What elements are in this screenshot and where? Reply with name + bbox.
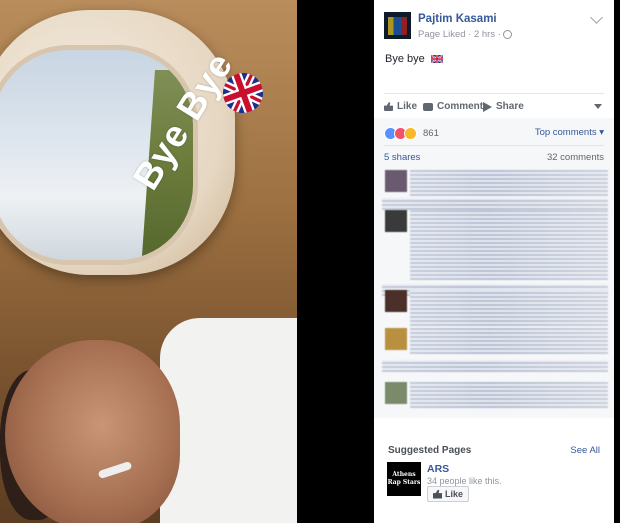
post-options-chevron-icon[interactable] bbox=[590, 11, 603, 24]
comments-count[interactable]: 32 comments bbox=[547, 152, 604, 163]
post-text-content: Bye bye bbox=[385, 53, 425, 65]
share-arrow-icon bbox=[483, 101, 492, 112]
reactions-summary[interactable]: 861 bbox=[384, 127, 439, 140]
ars-page-logo[interactable]: Athens Rap Stars bbox=[387, 462, 421, 496]
comment-obscured bbox=[410, 328, 608, 354]
ars-page-likes: 34 people like this. bbox=[427, 476, 502, 486]
reaction-count: 861 bbox=[423, 128, 439, 139]
comment-obscured bbox=[410, 290, 608, 326]
share-label: Share bbox=[496, 101, 524, 112]
like-label: Like bbox=[397, 101, 418, 112]
post-photo[interactable]: Bye Bye bbox=[0, 0, 297, 523]
commenter-avatar[interactable] bbox=[385, 382, 407, 404]
commenter-avatar[interactable] bbox=[385, 328, 407, 350]
author-name[interactable]: Pajtim Kasami bbox=[418, 13, 497, 25]
suggested-pages-title: Suggested Pages bbox=[388, 445, 472, 456]
comment-obscured bbox=[382, 360, 608, 372]
commenter-avatar[interactable] bbox=[385, 210, 407, 232]
post-meta: Page Liked · 2 hrs · bbox=[418, 29, 512, 40]
top-comments-dropdown[interactable]: Top comments ▾ bbox=[535, 127, 604, 138]
comment-obscured bbox=[410, 210, 608, 280]
ars-like-button[interactable]: Like bbox=[427, 486, 470, 502]
person-shirt bbox=[160, 318, 297, 523]
divider bbox=[384, 145, 604, 146]
ars-like-label: Like bbox=[445, 489, 464, 499]
thumbs-up-icon bbox=[433, 489, 442, 499]
comment-icon bbox=[423, 102, 433, 111]
post-card: Pajtim Kasami Page Liked · 2 hrs · Bye b… bbox=[374, 0, 614, 523]
commenter-avatar[interactable] bbox=[385, 290, 407, 312]
airplane-window bbox=[0, 10, 235, 275]
author-avatar[interactable] bbox=[384, 12, 411, 39]
comment-button[interactable]: Comment bbox=[423, 101, 483, 112]
see-all-link[interactable]: See All bbox=[570, 445, 600, 456]
divider bbox=[384, 93, 604, 94]
shares-link[interactable]: 5 shares bbox=[384, 152, 420, 163]
globe-icon bbox=[502, 29, 512, 39]
right-edge bbox=[614, 0, 620, 523]
comment-obscured bbox=[410, 170, 608, 196]
share-button[interactable]: Share bbox=[483, 101, 524, 112]
person-face bbox=[5, 340, 180, 523]
wow-reaction-icon bbox=[404, 127, 417, 140]
thumbs-up-icon bbox=[384, 102, 393, 111]
commenter-avatar[interactable] bbox=[385, 170, 407, 192]
ars-page-name[interactable]: ARS bbox=[427, 463, 449, 475]
like-button[interactable]: Like bbox=[384, 101, 417, 112]
comments-area: 861 Top comments ▾ 5 shares 32 comments bbox=[374, 118, 614, 418]
comment-label: Comment bbox=[437, 101, 484, 112]
post-actions: Like Comment Share bbox=[384, 101, 604, 115]
post-meta-text: Page Liked · 2 hrs · bbox=[418, 29, 501, 40]
comment-obscured bbox=[410, 382, 608, 408]
share-options-caret-icon[interactable] bbox=[594, 104, 602, 109]
comment-obscured bbox=[382, 198, 608, 210]
post-text: Bye bye bbox=[385, 53, 443, 65]
uk-flag-icon bbox=[430, 55, 443, 64]
